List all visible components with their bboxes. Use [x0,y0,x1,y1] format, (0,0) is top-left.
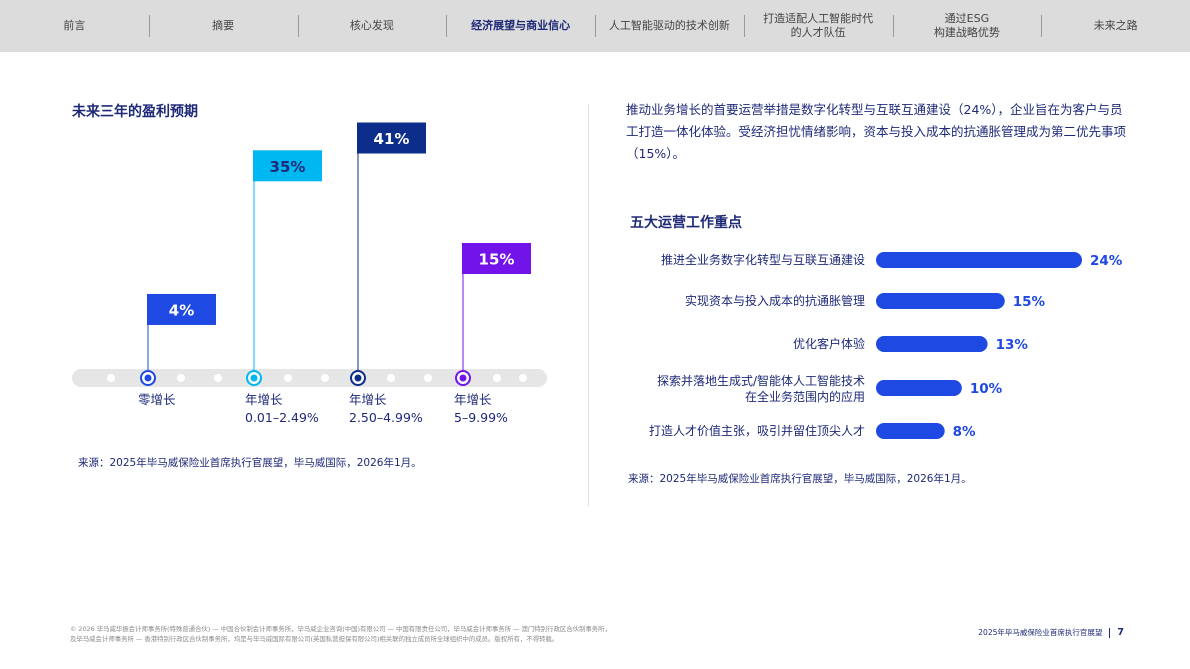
priority-bar [876,380,962,396]
nav-tab-6[interactable]: 通过ESG 构建战略优势 [892,0,1042,52]
footer-legal-text: © 2026 毕马威华振会计师事务所(特殊普通合伙) — 中国合伙制会计师事务所… [70,625,611,643]
timeline-marker-core [250,374,258,382]
category-label: 2.50–4.99% [349,410,423,425]
profit-chart-title: 未来三年的盈利预期 [72,104,198,120]
nav-tab-1[interactable]: 摘要 [148,0,298,52]
category-label: 0.01–2.49% [245,410,319,425]
priority-bar [876,423,945,439]
timeline-dot [214,374,222,382]
nav-tab-3[interactable]: 经济展望与商业信心 [446,0,595,52]
right-source-note: 来源：2025年毕马威保险业首席执行官展望，毕马威国际，2026年1月。 [628,473,972,485]
nav-tab-7[interactable]: 未来之路 [1041,0,1190,52]
category-label: 年增长 [349,392,387,407]
flag-value-label: 4% [169,301,194,319]
profit-expectation-chart: 4% 零增长 35% 年增长 0.01–2.49% 41% 年增长 2.50–4.99% 15%… [72,122,547,425]
priority-value-label: 10% [970,381,1003,397]
priority-value-label: 24% [1090,253,1123,269]
page-number: 7 [1117,627,1124,638]
timeline-marker-core [459,374,467,382]
priority-category-label: 推进全业务数字化转型与互联互通建设 [661,252,865,267]
left-source-note: 来源：2025年毕马威保险业首席执行官展望，毕马威国际，2026年1月。 [78,457,422,469]
timeline-dot [424,374,432,382]
category-label: 零增长 [138,392,176,407]
timeline-dot [493,374,501,382]
category-label: 年增长 [454,392,492,407]
flag-value-label: 15% [479,250,515,268]
timeline-dot [107,374,115,382]
priority-category-label: 优化客户体验 [793,336,865,351]
timeline-marker-core [354,374,362,382]
ops-chart-title: 五大运营工作重点 [630,215,742,231]
ops-priorities-chart: 24% 推进全业务数字化转型与互联互通建设 15% 实现资本与投入成本的抗通胀管理 13… [649,252,1123,440]
priority-category-label: 打造人才价值主张，吸引并留住顶尖人才 [649,423,865,438]
timeline-dot [387,374,395,382]
priority-bar [876,293,1005,309]
timeline-dot [519,374,527,382]
priority-category-label: 实现资本与投入成本的抗通胀管理 [685,293,865,308]
priority-bar [876,336,988,352]
summary-paragraph: 推动业务增长的首要运营举措是数字化转型与互联互通建设（24%），企业旨在为客户与… [626,102,1127,161]
priority-category-label: 在全业务范围内的应用 [745,389,865,404]
priority-value-label: 15% [1013,294,1046,310]
timeline-dot [284,374,292,382]
footer-separator [1109,627,1111,638]
section-navigation: 前言 摘要 核心发现 经济展望与商业信心 人工智能驱动的技术创新 打造适配人工智能时代 的… [0,0,1190,52]
nav-tab-0[interactable]: 前言 [0,0,149,52]
nav-tab-5[interactable]: 打造适配人工智能时代 的人才队伍 [743,0,893,52]
nav-tab-4[interactable]: 人工智能驱动的技术创新 [595,0,744,52]
priority-value-label: 13% [996,337,1029,353]
priority-value-label: 8% [953,424,976,440]
timeline-dot [177,374,185,382]
column-divider [588,104,589,506]
timeline-dot [321,374,329,382]
timeline-marker-core [144,374,152,382]
category-label: 年增长 [245,392,283,407]
footer-page-info: 2025年毕马威保险业首席执行官展望 7 [978,627,1124,638]
flag-value-label: 41% [374,130,410,148]
nav-tab-2[interactable]: 核心发现 [297,0,447,52]
priority-bar [876,252,1082,268]
category-label: 5–9.99% [454,410,508,425]
priority-category-label: 探索并落地生成式/智能体人工智能技术 [657,373,865,388]
footer-report-title: 2025年毕马威保险业首席执行官展望 [978,628,1103,637]
flag-value-label: 35% [270,158,306,176]
